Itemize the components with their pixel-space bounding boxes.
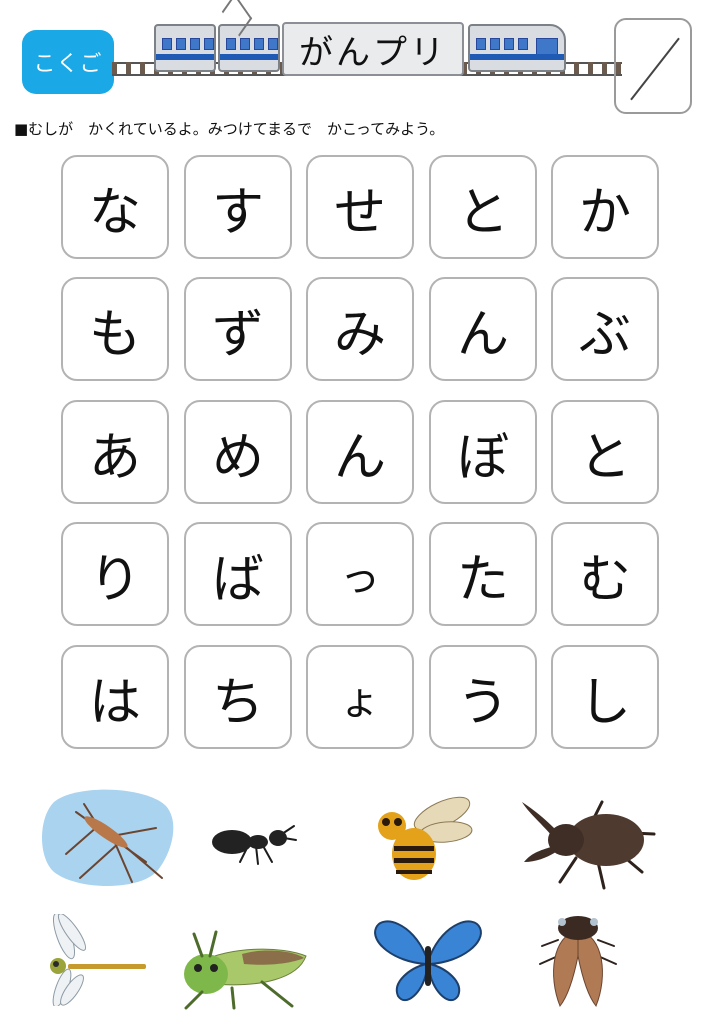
water-strider-icon xyxy=(36,782,178,894)
grid-cell[interactable]: あ xyxy=(61,400,169,504)
subject-label: こくご xyxy=(33,52,103,77)
grid-cell[interactable]: ぶ xyxy=(551,277,659,381)
grid-cell[interactable]: め xyxy=(184,400,292,504)
grid-cell[interactable]: み xyxy=(306,277,414,381)
score-slash xyxy=(630,37,680,101)
grid-cell[interactable]: ず xyxy=(184,277,292,381)
butterfly-icon xyxy=(372,916,484,1008)
grid-cell[interactable]: う xyxy=(429,645,537,749)
instruction-text: ■むしが かくれているよ。みつけてまるで かこってみよう。 xyxy=(14,120,445,138)
grid-cell[interactable]: な xyxy=(61,155,169,259)
grid-cell[interactable]: ん xyxy=(306,400,414,504)
grid-cell[interactable]: り xyxy=(61,522,169,626)
grid-cell[interactable]: し xyxy=(551,645,659,749)
cicada-icon xyxy=(538,906,618,1010)
hornet-icon xyxy=(366,788,474,884)
grid-cell[interactable]: た xyxy=(429,522,537,626)
grid-cell[interactable]: ち xyxy=(184,645,292,749)
ant-icon xyxy=(206,816,298,868)
grid-cell[interactable]: ぼ xyxy=(429,400,537,504)
grid-cell[interactable]: か xyxy=(551,155,659,259)
grid-cell[interactable]: ば xyxy=(184,522,292,626)
page-title: がんプリ xyxy=(282,22,464,76)
grid-cell[interactable]: せ xyxy=(306,155,414,259)
grasshopper-icon xyxy=(172,928,310,1010)
dragonfly-icon xyxy=(38,912,150,1008)
grid-cell[interactable]: す xyxy=(184,155,292,259)
grid-cell[interactable]: ょ xyxy=(306,645,414,749)
subject-badge: こくご xyxy=(22,30,114,94)
grid-cell[interactable]: っ xyxy=(306,522,414,626)
grid-cell[interactable]: も xyxy=(61,277,169,381)
score-box[interactable] xyxy=(614,18,692,114)
grid-cell[interactable]: と xyxy=(551,400,659,504)
rhinoceros-beetle-icon xyxy=(520,792,660,892)
grid-cell[interactable]: と xyxy=(429,155,537,259)
grid-cell[interactable]: ん xyxy=(429,277,537,381)
grid-cell[interactable]: む xyxy=(551,522,659,626)
title-text: がんプリ xyxy=(299,32,447,73)
grid-cell[interactable]: は xyxy=(61,645,169,749)
